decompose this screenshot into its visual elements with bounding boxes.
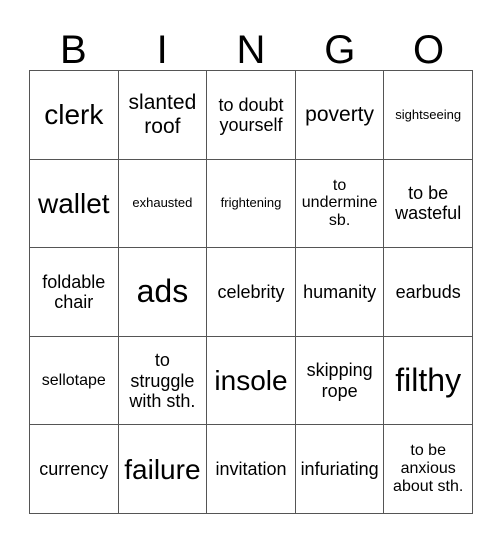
bingo-cell-label: currency (39, 459, 109, 480)
bingo-cell[interactable]: celebrity (207, 248, 296, 337)
bingo-cell[interactable]: failure (118, 425, 208, 514)
bingo-cell[interactable]: insole (207, 336, 296, 426)
bingo-cell[interactable]: to be anxious about sth. (384, 425, 473, 514)
bingo-cell[interactable]: wallet (30, 159, 119, 249)
bingo-cell[interactable]: clerk (30, 71, 119, 160)
bingo-cell-label: poverty (305, 103, 375, 127)
bingo-cell[interactable]: ads (118, 248, 208, 337)
bingo-cell[interactable]: to undermine sb. (295, 159, 385, 249)
bingo-cell[interactable]: earbuds (384, 248, 473, 337)
bingo-cell[interactable]: skipping rope (295, 336, 385, 426)
bingo-cell-label: skipping rope (306, 360, 373, 401)
bingo-cell[interactable]: filthy (384, 336, 473, 426)
bingo-card: B I N G O clerk slanted roof to doubt yourself… (0, 0, 500, 544)
bingo-cell-label: to doubt yourself (218, 94, 284, 135)
bingo-cell-label: foldable chair (42, 271, 106, 312)
bingo-cell[interactable]: to be wasteful (384, 159, 473, 249)
bingo-cell-label: frightening (220, 195, 282, 211)
bingo-cell[interactable]: infuriating (295, 425, 385, 514)
bingo-header-row: BINGO (29, 18, 473, 70)
bingo-cell-label: exhausted (132, 195, 193, 211)
bingo-cell-label: insole (214, 364, 288, 396)
bingo-cell-label: filthy (395, 361, 462, 398)
bingo-header-letter-g: G (324, 28, 356, 72)
bingo-cell-label: to struggle with sth. (129, 350, 196, 411)
bingo-cell[interactable]: to struggle with sth. (118, 336, 208, 426)
bingo-cell-label: earbuds (395, 281, 461, 302)
bingo-cell-label: sightseeing (395, 106, 462, 122)
bingo-cell[interactable]: sellotape (30, 336, 119, 426)
bingo-header-letter-o: O (413, 28, 445, 72)
bingo-grid: clerk slanted roof to doubt yourself povert… (29, 70, 473, 514)
bingo-cell[interactable]: sightseeing (384, 71, 473, 160)
bingo-cell-label: humanity (303, 281, 377, 302)
bingo-cell[interactable]: exhausted (118, 159, 208, 249)
bingo-cell-label: to be anxious about sth. (393, 442, 464, 496)
bingo-header-letter-b: B (60, 28, 87, 72)
bingo-cell-label: to undermine sb. (301, 176, 378, 230)
bingo-header-letter-i: I (156, 28, 168, 72)
bingo-cell-label: infuriating (300, 459, 379, 480)
bingo-cell-label: sellotape (41, 371, 106, 389)
bingo-cell-label: invitation (215, 459, 287, 480)
bingo-cell[interactable]: to doubt yourself (207, 71, 296, 160)
bingo-cell[interactable]: invitation (207, 425, 296, 514)
bingo-cell-label: failure (124, 453, 201, 485)
bingo-cell-label: wallet (38, 187, 110, 219)
bingo-cell-label: to be wasteful (395, 183, 462, 224)
bingo-cell-label: celebrity (217, 281, 285, 302)
bingo-cell[interactable]: foldable chair (30, 248, 119, 337)
bingo-cell-label: ads (136, 273, 189, 310)
bingo-cell[interactable]: poverty (295, 71, 385, 160)
bingo-cell[interactable]: slanted roof (118, 71, 208, 160)
bingo-cell[interactable]: frightening (207, 159, 296, 249)
bingo-header-letter-n: N (236, 28, 266, 72)
bingo-cell-label: clerk (44, 99, 104, 131)
bingo-cell-label: slanted roof (128, 91, 197, 138)
bingo-cell[interactable]: currency (30, 425, 119, 514)
bingo-cell[interactable]: humanity (295, 248, 385, 337)
